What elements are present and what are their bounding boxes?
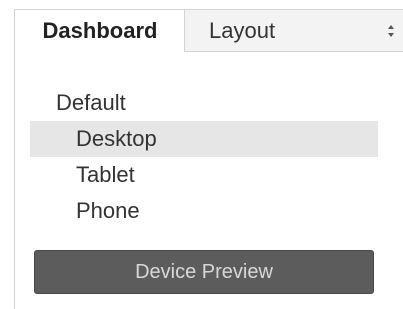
layout-item-desktop[interactable]: Desktop [30, 121, 378, 157]
device-preview-button[interactable]: Device Preview [34, 250, 374, 294]
panel-left-border [14, 52, 15, 309]
tab-bar: Dashboard Layout [14, 9, 403, 53]
tab-layout[interactable]: Layout [184, 9, 403, 52]
dashboard-panel: Dashboard Layout Default Desktop Tablet … [0, 0, 403, 309]
layout-item-tablet[interactable]: Tablet [30, 157, 378, 193]
up-down-arrows-icon [388, 25, 394, 37]
tab-layout-label: Layout [209, 18, 276, 43]
layout-item-default[interactable]: Default [30, 85, 378, 121]
layout-item-phone[interactable]: Phone [30, 193, 378, 229]
tab-dashboard[interactable]: Dashboard [14, 9, 185, 52]
device-layout-list: Default Desktop Tablet Phone [30, 85, 378, 229]
